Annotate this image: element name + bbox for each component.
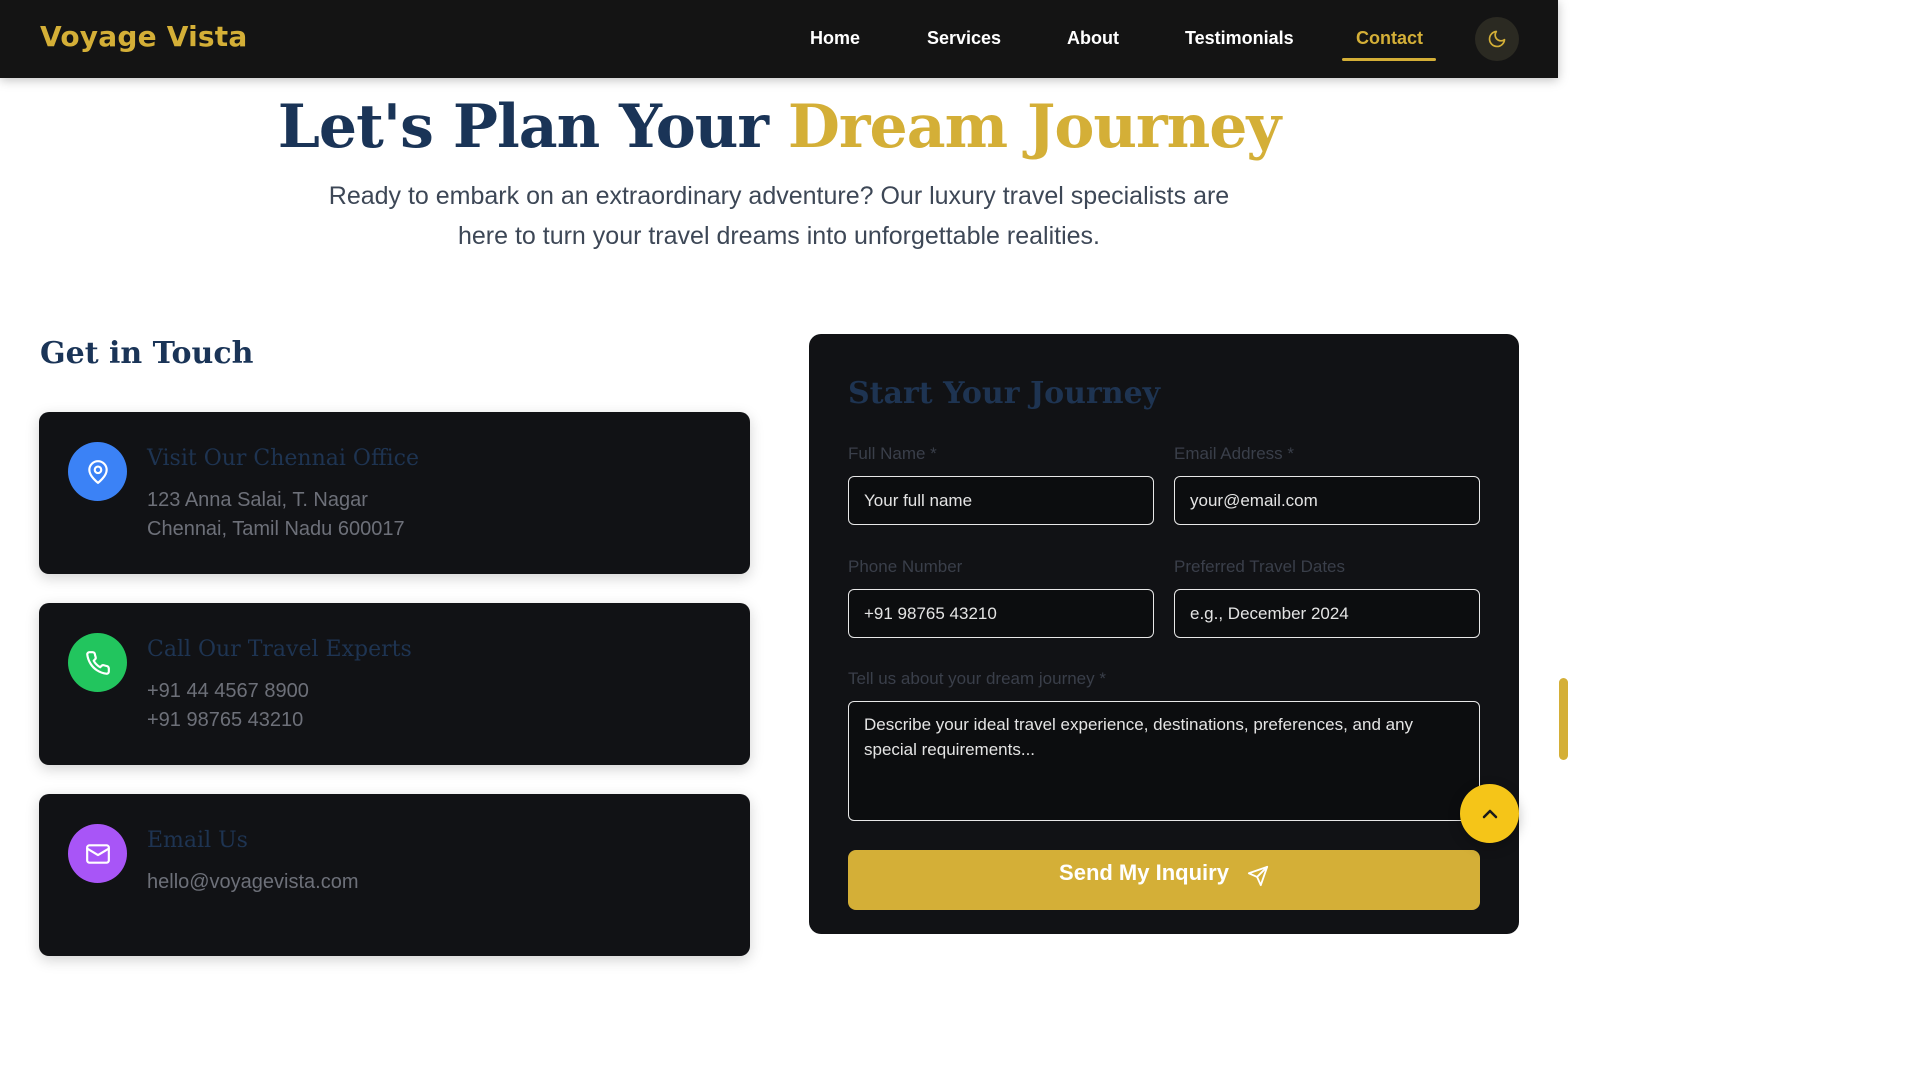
phone-number-1[interactable]: +91 44 4567 8900 xyxy=(147,680,309,703)
office-card-title: Visit Our Chennai Office xyxy=(147,446,419,471)
title-main: Let's Plan Your xyxy=(277,92,788,162)
email-address[interactable]: hello@voyagevista.com xyxy=(147,871,359,894)
nav-link-contact[interactable]: Contact xyxy=(1356,28,1423,49)
email-icon-badge xyxy=(68,824,127,883)
inquiry-form: Start Your Journey Full Name * Your full… xyxy=(809,334,1519,934)
office-address-line-2: Chennai, Tamil Nadu 600017 xyxy=(147,518,405,540)
full-name-label: Full Name * xyxy=(848,444,937,463)
moon-icon xyxy=(1488,30,1506,48)
full-name-placeholder: Your full name xyxy=(864,490,973,510)
office-card: Visit Our Chennai Office 123 Anna Salai,… xyxy=(39,412,750,574)
nav-link-about[interactable]: About xyxy=(1067,28,1119,49)
send-inquiry-label: Send My Inquiry xyxy=(1059,860,1229,885)
message-label: Tell us about your dream journey * xyxy=(848,669,1106,688)
phone-card: Call Our Travel Experts +91 44 4567 8900… xyxy=(39,603,750,765)
phone-card-title: Call Our Travel Experts xyxy=(147,637,412,662)
theme-toggle-button[interactable] xyxy=(1475,17,1519,61)
nav-link-services[interactable]: Services xyxy=(927,28,1001,49)
email-card-title: Email Us xyxy=(147,828,248,853)
nav-link-home[interactable]: Home xyxy=(810,28,860,49)
page-subtitle: Ready to embark on an extraordinary adve… xyxy=(300,176,1258,256)
office-icon-badge xyxy=(68,442,127,501)
phone-placeholder: +91 98765 43210 xyxy=(864,603,997,623)
phone-icon-badge xyxy=(68,633,127,692)
office-address-line-1: 123 Anna Salai, T. Nagar xyxy=(147,489,368,511)
title-accent: Dream Journey xyxy=(787,92,1281,162)
map-pin-icon xyxy=(87,459,108,484)
mail-icon xyxy=(85,843,110,864)
phone-icon xyxy=(85,650,110,675)
send-icon xyxy=(1247,865,1269,887)
travel-dates-label: Preferred Travel Dates xyxy=(1174,557,1346,576)
chevron-up-icon xyxy=(1482,809,1497,818)
phone-label: Phone Number xyxy=(848,557,963,576)
subtitle-line-2: here to turn your travel dreams into unf… xyxy=(457,222,1100,250)
email-label: Email Address * xyxy=(1174,444,1294,463)
scrollbar-thumb[interactable] xyxy=(1559,678,1568,760)
back-to-top-button[interactable] xyxy=(1460,784,1519,843)
brand-logo[interactable]: Voyage Vista xyxy=(40,20,247,53)
get-in-touch-heading: Get in Touch xyxy=(40,336,254,371)
email-input[interactable]: your@email.com xyxy=(1174,476,1480,525)
form-title: Start Your Journey xyxy=(848,376,1161,411)
phone-number-2[interactable]: +91 98765 43210 xyxy=(147,709,303,732)
travel-dates-input[interactable]: e.g., December 2024 xyxy=(1174,589,1480,638)
message-placeholder: Describe your ideal travel experience, d… xyxy=(864,715,1414,759)
navbar: Voyage Vista Home Services About Testimo… xyxy=(0,0,1558,78)
email-card: Email Us hello@voyagevista.com xyxy=(39,794,750,956)
message-textarea[interactable]: Describe your ideal travel experience, d… xyxy=(848,701,1480,821)
page-title: Let's Plan Your Dream Journey xyxy=(0,92,1558,162)
phone-input[interactable]: +91 98765 43210 xyxy=(848,589,1154,638)
send-inquiry-button[interactable]: Send My Inquiry xyxy=(848,850,1480,910)
active-nav-underline xyxy=(1342,58,1436,61)
nav-link-testimonials[interactable]: Testimonials xyxy=(1185,28,1294,49)
full-name-input[interactable]: Your full name xyxy=(848,476,1154,525)
travel-dates-placeholder: e.g., December 2024 xyxy=(1190,603,1349,623)
subtitle-line-1: Ready to embark on an extraordinary adve… xyxy=(328,182,1230,210)
email-placeholder: your@email.com xyxy=(1190,490,1318,510)
